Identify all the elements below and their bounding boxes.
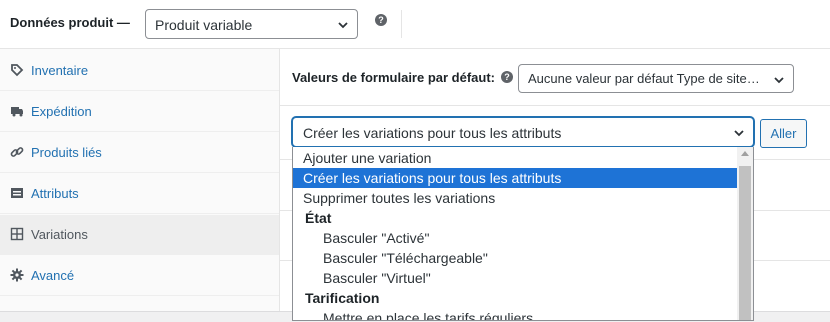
help-icon[interactable]: ? [501,71,513,83]
option-create-all-variations[interactable]: Créer les variations pour tous les attri… [293,168,747,188]
help-icon[interactable]: ? [375,14,387,26]
sidebar-item-label: Attributs [31,186,79,201]
tag-icon [11,64,24,77]
default-values-value: Aucune valeur par défaut Type de site… [528,71,760,86]
option-toggle-enabled[interactable]: Basculer "Activé" [293,228,753,248]
bulk-action-select[interactable]: Créer les variations pour tous les attri… [292,117,754,147]
divider [280,105,830,106]
divider [401,10,402,38]
sidebar-item-produits-lies[interactable]: Produits liés [0,133,279,173]
bulk-action-dropdown-list: Ajouter une variation Créer les variatio… [292,147,754,321]
chevron-down-icon [774,77,784,84]
option-toggle-downloadable[interactable]: Basculer "Téléchargeable" [293,248,753,268]
scroll-up-arrow-icon[interactable] [741,151,749,156]
sidebar-item-inventaire[interactable]: Inventaire [0,51,279,91]
sidebar-item-label: Produits liés [31,145,102,160]
list-card-icon [11,188,23,198]
sidebar-item-label: Variations [31,227,88,242]
sidebar-item-label: Expédition [31,104,92,119]
grid-icon [10,227,24,241]
link-icon [10,147,24,157]
scrollbar-thumb[interactable] [739,166,751,320]
option-delete-all-variations[interactable]: Supprimer toutes les variations [293,188,747,208]
sidebar-item-attributs[interactable]: Attributs [0,174,279,214]
go-button[interactable]: Aller [760,119,807,148]
option-add-variation[interactable]: Ajouter une variation [293,148,747,168]
product-type-select[interactable]: Produit variable [145,9,358,39]
chevron-down-icon [734,130,744,137]
product-tabs-sidebar: Inventaire Expédition Produits liés Attr… [0,49,280,321]
optgroup-etat: État [305,210,332,226]
sidebar-item-expedition[interactable]: Expédition [0,92,279,132]
optgroup-tarification: Tarification [305,290,380,306]
gear-icon [10,268,24,282]
default-values-select[interactable]: Aucune valeur par défaut Type de site… [518,64,794,93]
product-data-title: Données produit — [10,15,130,30]
default-values-label: Valeurs de formulaire par défaut: [292,70,496,85]
option-set-regular-prices[interactable]: Mettre en place les tarifs réguliers [293,308,753,320]
truck-icon [11,107,23,117]
sidebar-item-label: Avancé [31,268,75,283]
sidebar-item-label: Inventaire [31,63,89,78]
bulk-action-value: Créer les variations pour tous les attri… [303,125,562,141]
sidebar-item-avance[interactable]: Avancé [0,256,279,296]
dropdown-scrollbar[interactable] [737,147,753,320]
product-data-header: Données produit — Produit variable ? [0,0,830,49]
option-toggle-virtual[interactable]: Basculer "Virtuel" [293,268,753,288]
chevron-down-icon [338,22,348,29]
sidebar-item-variations[interactable]: Variations [0,215,279,255]
product-type-value: Produit variable [155,17,253,33]
